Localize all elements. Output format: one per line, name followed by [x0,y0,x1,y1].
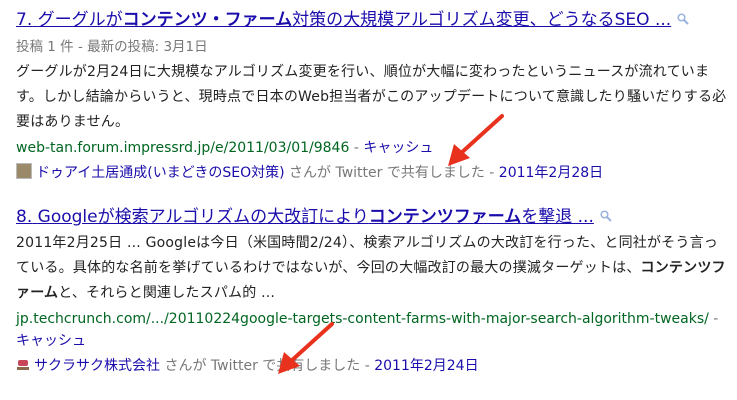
result-title[interactable]: 8. Googleが検索アルゴリズムの大改訂によりコンテンツファームを撃退 ..… [16,205,728,229]
separator: - [708,311,719,327]
result-url: web-tan.forum.impressrd.jp/e/2011/03/01/… [16,140,350,156]
shared-date-link[interactable]: 2011年2月28日 [499,165,603,181]
social-annotation: サクラサク株式会社 さんが Twitter で共有しました - 2011年2月2… [16,354,728,378]
result-url: jp.techcrunch.com/.../20110224google-tar… [16,311,709,327]
shared-by-link[interactable]: ドゥアイ土居通成(いまどきのSEO対策) [36,165,285,181]
result-number: 8. [16,207,33,227]
magnifier-icon[interactable] [677,8,689,32]
title-bold-text: コンテンツ・ファーム [122,10,293,30]
title-text: Googleが検索アルゴリズムの大改訂により [37,207,369,227]
separator: - [349,140,364,156]
shared-by-link[interactable]: サクラサク株式会社 [34,358,160,374]
magnifier-icon[interactable] [600,205,612,229]
shared-text: さんが Twitter で共有しました - [160,358,375,374]
search-result-7: 7. グーグルがコンテンツ・ファーム対策の大規模アルゴリズム変更、どうなるSEO… [16,8,728,185]
search-result-8: 8. Googleが検索アルゴリズムの大改訂によりコンテンツファームを撃退 ..… [16,205,728,378]
result-meta: 投稿 1 件 - 最新の投稿: 3月1日 [16,39,208,55]
result-url-line: jp.techcrunch.com/.../20110224google-tar… [16,308,728,352]
social-annotation: ドゥアイ土居通成(いまどきのSEO対策) さんが Twitter で共有しました… [16,161,728,185]
title-text-end: 対策の大規模アルゴリズム変更、どうなるSEO ... [292,10,672,30]
cache-link[interactable]: キャッシュ [16,333,86,349]
title-text-end: を撃退 ... [521,207,594,227]
snippet-text-end: と、それらと関連したスパム的 ... [58,285,276,301]
result-title-link[interactable]: 7. グーグルがコンテンツ・ファーム対策の大規模アルゴリズム変更、どうなるSEO… [16,10,671,30]
result-title[interactable]: 7. グーグルがコンテンツ・ファーム対策の大規模アルゴリズム変更、どうなるSEO… [16,8,728,32]
shared-date-link[interactable]: 2011年2月24日 [374,358,478,374]
result-number: 7. [16,10,33,30]
red-arrow-annotation [448,114,504,166]
red-arrow-annotation [278,322,334,374]
avatar [16,163,32,179]
title-text: グーグルが [37,10,123,30]
result-snippet: 2011年2月25日 ... Googleは今日（米国時間2/24）、検索アルゴ… [16,231,728,306]
title-bold-text: コンテンツファーム [368,207,522,227]
result-title-link[interactable]: 8. Googleが検索アルゴリズムの大改訂によりコンテンツファームを撃退 ..… [16,207,594,227]
avatar [16,358,30,372]
result-url-line: web-tan.forum.impressrd.jp/e/2011/03/01/… [16,137,728,159]
snippet-text: 2011年2月25日 ... Googleは今日（米国時間2/24）、検索アルゴ… [16,235,718,276]
result-snippet: グーグルが2月24日に大規模なアルゴリズム変更を行い、順位が大幅に変わったという… [16,64,727,130]
cache-link[interactable]: キャッシュ [363,140,433,156]
